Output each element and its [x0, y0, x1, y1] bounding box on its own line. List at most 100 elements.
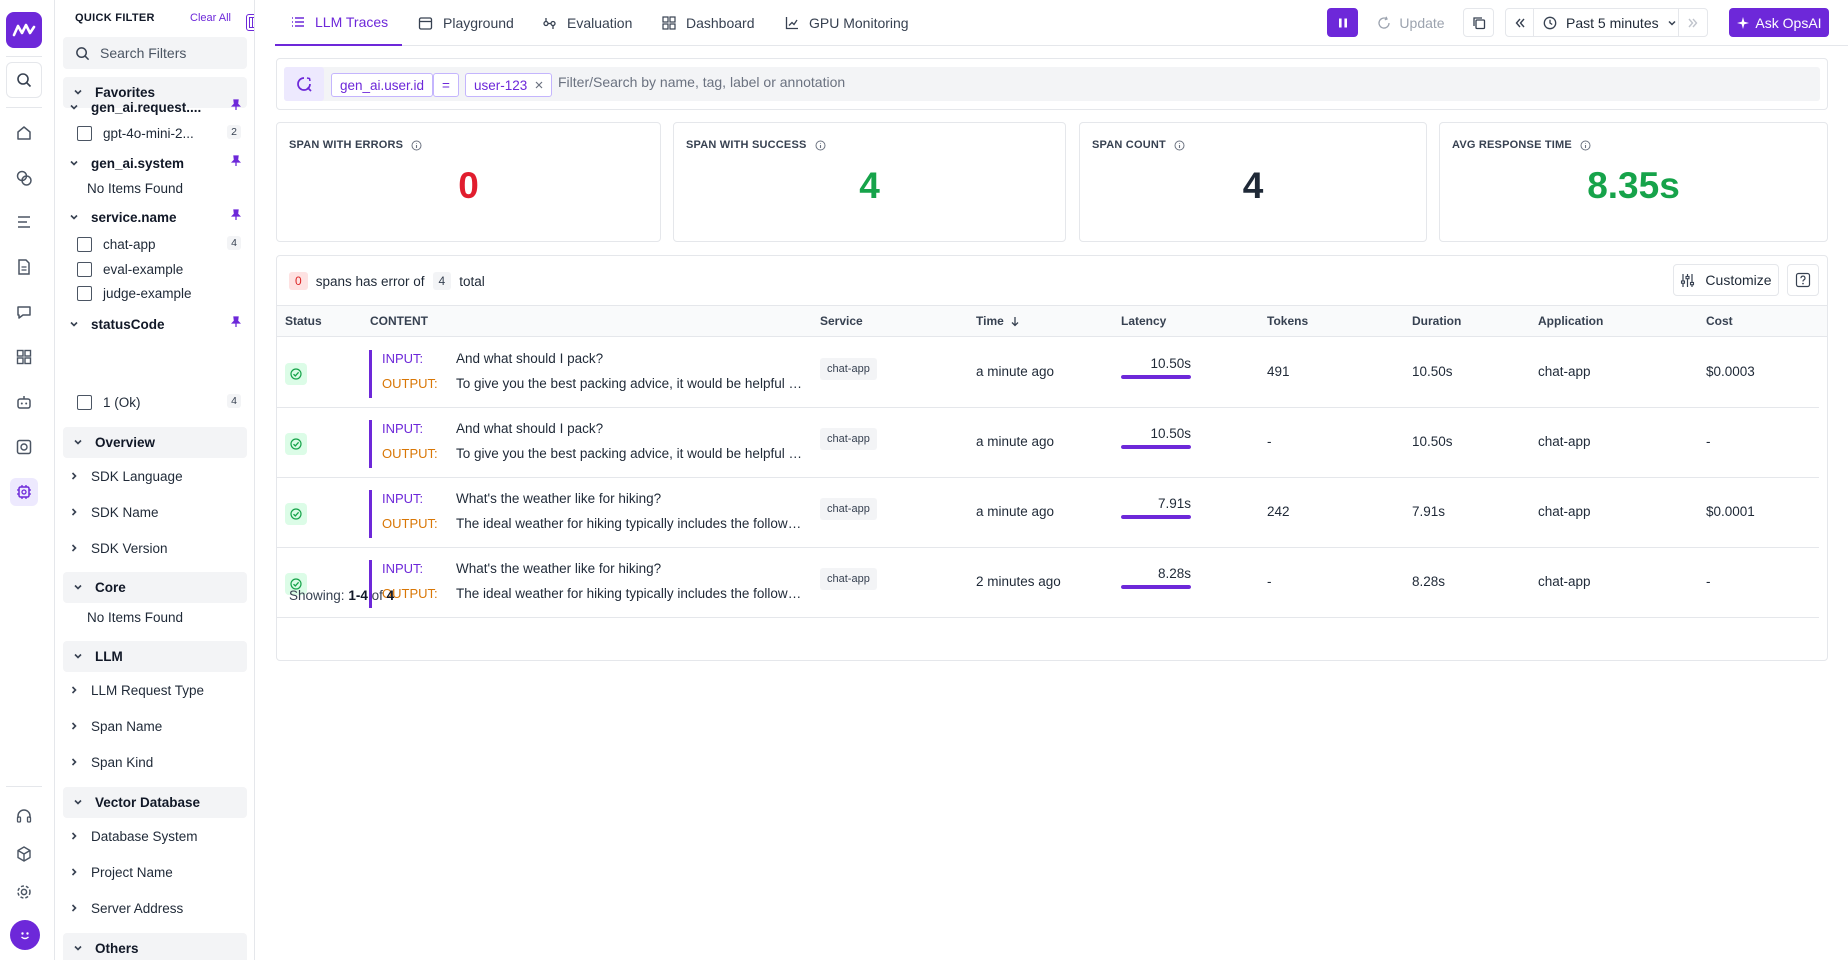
chat-icon[interactable]	[10, 298, 38, 326]
tab-playground[interactable]: Playground	[418, 0, 514, 46]
table-row[interactable]: INPUT: And what should I pack? OUTPUT: To g…	[277, 338, 1819, 408]
option-label: gpt-4o-mini-2...	[103, 125, 194, 141]
filter-service-name-header[interactable]: service.name	[69, 206, 242, 228]
no-items-text: No Items Found	[87, 610, 184, 625]
filter-sdk-version[interactable]: SDK Version	[69, 537, 168, 559]
robot-icon[interactable]	[10, 388, 38, 416]
gear-icon[interactable]	[10, 878, 38, 906]
latency-bar-fill	[1121, 445, 1191, 449]
filter-database-system[interactable]: Database System	[69, 825, 198, 847]
clear-all-link[interactable]: Clear All	[190, 12, 231, 24]
time-back-button[interactable]	[1505, 8, 1534, 37]
column-header-duration[interactable]: Duration	[1412, 314, 1461, 328]
checkbox[interactable]	[77, 394, 92, 410]
input-text: And what should I pack?	[456, 351, 604, 366]
pin-icon[interactable]	[230, 316, 242, 331]
time-forward-button[interactable]	[1678, 8, 1708, 37]
cube-icon[interactable]	[10, 840, 38, 868]
query-search-field[interactable]: gen_ai.user.id = user-123	[284, 67, 1820, 101]
filter-server-address[interactable]: Server Address	[69, 897, 183, 919]
output-text: The ideal weather for hiking typically i…	[456, 586, 804, 601]
close-icon[interactable]	[535, 81, 543, 89]
tab-gpu-monitoring[interactable]: GPU Monitoring	[785, 0, 909, 46]
filter-span-name[interactable]: Span Name	[69, 715, 162, 737]
table-row[interactable]: INPUT: What's the weather like for hiking…	[277, 478, 1819, 548]
pin-icon[interactable]	[230, 99, 242, 114]
filter-search-input[interactable]	[100, 45, 230, 61]
file-icon[interactable]	[10, 253, 38, 281]
filter-sdk-name[interactable]: SDK Name	[69, 501, 159, 523]
option-label: chat-app	[103, 236, 156, 252]
core-group-header[interactable]: Core	[63, 572, 247, 603]
pin-icon[interactable]	[230, 209, 242, 224]
search-icon[interactable]	[6, 62, 42, 98]
gpu-chip-icon[interactable]	[10, 478, 38, 506]
info-icon[interactable]	[1580, 140, 1591, 151]
table-row[interactable]: INPUT: What's the weather like for hiking…	[277, 548, 1819, 618]
column-header-status[interactable]: Status	[285, 314, 322, 328]
time-range-select[interactable]: Past 5 minutes	[1533, 8, 1679, 37]
image-search-icon[interactable]	[10, 433, 38, 461]
filter-option-eval-example[interactable]: eval-example	[77, 259, 241, 279]
query-icon[interactable]	[284, 67, 324, 101]
column-header-time[interactable]: Time	[976, 314, 1020, 328]
filter-llm-request-type[interactable]: LLM Request Type	[69, 679, 204, 701]
ask-opsai-button[interactable]: Ask OpsAI	[1729, 8, 1829, 37]
others-group-header[interactable]: Others	[63, 933, 247, 960]
checkbox[interactable]	[77, 125, 92, 141]
customize-button[interactable]: Customize	[1673, 264, 1779, 296]
filter-gen-ai-request-header[interactable]: gen_ai.request....	[69, 96, 242, 118]
dashboard-icon[interactable]	[10, 343, 38, 371]
column-header-content[interactable]: CONTENT	[370, 314, 428, 328]
home-icon[interactable]	[10, 119, 38, 147]
table-row[interactable]: INPUT: And what should I pack? OUTPUT: To g…	[277, 408, 1819, 478]
filter-span-kind[interactable]: Span Kind	[69, 751, 153, 773]
column-header-service[interactable]: Service	[820, 314, 863, 328]
pin-icon[interactable]	[230, 155, 242, 170]
filter-chip-key[interactable]: gen_ai.user.id	[331, 73, 434, 97]
time-cell: a minute ago	[976, 434, 1055, 449]
checkbox[interactable]	[77, 236, 92, 252]
checkbox[interactable]	[77, 285, 92, 301]
latency-bar-fill	[1121, 515, 1191, 519]
llm-group-header[interactable]: LLM	[63, 641, 247, 672]
avatar[interactable]	[10, 920, 40, 950]
filter-chip-value[interactable]: user-123	[465, 73, 553, 97]
info-icon[interactable]	[1174, 140, 1185, 151]
pagination-summary: Showing: 1-4 of 4	[289, 588, 394, 603]
filter-option-chat-app[interactable]: chat-app 4	[77, 234, 241, 254]
checkbox[interactable]	[77, 261, 92, 277]
tab-evaluation[interactable]: Evaluation	[542, 0, 632, 46]
column-header-cost[interactable]: Cost	[1706, 314, 1733, 328]
tab-dashboard[interactable]: Dashboard	[662, 0, 755, 46]
coins-icon[interactable]	[10, 164, 38, 192]
sort-down-icon[interactable]	[1010, 316, 1020, 327]
column-header-latency[interactable]: Latency	[1121, 314, 1166, 328]
filter-sdk-language[interactable]: SDK Language	[69, 465, 183, 487]
filter-option-gpt-4o-mini[interactable]: gpt-4o-mini-2... 2	[77, 123, 241, 143]
filter-chip-operator[interactable]: =	[433, 73, 459, 97]
query-input[interactable]	[558, 74, 1158, 90]
info-icon[interactable]	[411, 140, 422, 151]
filter-option-judge-example[interactable]: judge-example	[77, 283, 241, 303]
filter-project-name[interactable]: Project Name	[69, 861, 173, 883]
filter-option-status-ok[interactable]: 1 (Ok) 4	[77, 392, 241, 412]
update-button[interactable]: Update	[1370, 8, 1452, 37]
filter-gen-ai-system-header[interactable]: gen_ai.system	[69, 152, 242, 174]
headset-icon[interactable]	[10, 802, 38, 830]
list-icon[interactable]	[10, 208, 38, 236]
column-header-application[interactable]: Application	[1538, 314, 1603, 328]
collapse-sidebar-icon[interactable]	[246, 14, 254, 31]
info-icon[interactable]	[815, 140, 826, 151]
filter-status-code-header[interactable]: statusCode	[69, 313, 242, 335]
overview-group-header[interactable]: Overview	[63, 427, 247, 458]
help-button[interactable]	[1787, 264, 1819, 296]
app-logo[interactable]	[6, 12, 42, 48]
tab-llm-traces[interactable]: LLM Traces	[275, 0, 402, 46]
column-header-tokens[interactable]: Tokens	[1267, 314, 1308, 328]
filter-search-field[interactable]	[63, 37, 247, 69]
filter-label: Span Kind	[91, 754, 154, 770]
vector-database-group-header[interactable]: Vector Database	[63, 787, 247, 818]
copy-button[interactable]	[1463, 8, 1494, 37]
pause-button[interactable]	[1327, 8, 1358, 37]
